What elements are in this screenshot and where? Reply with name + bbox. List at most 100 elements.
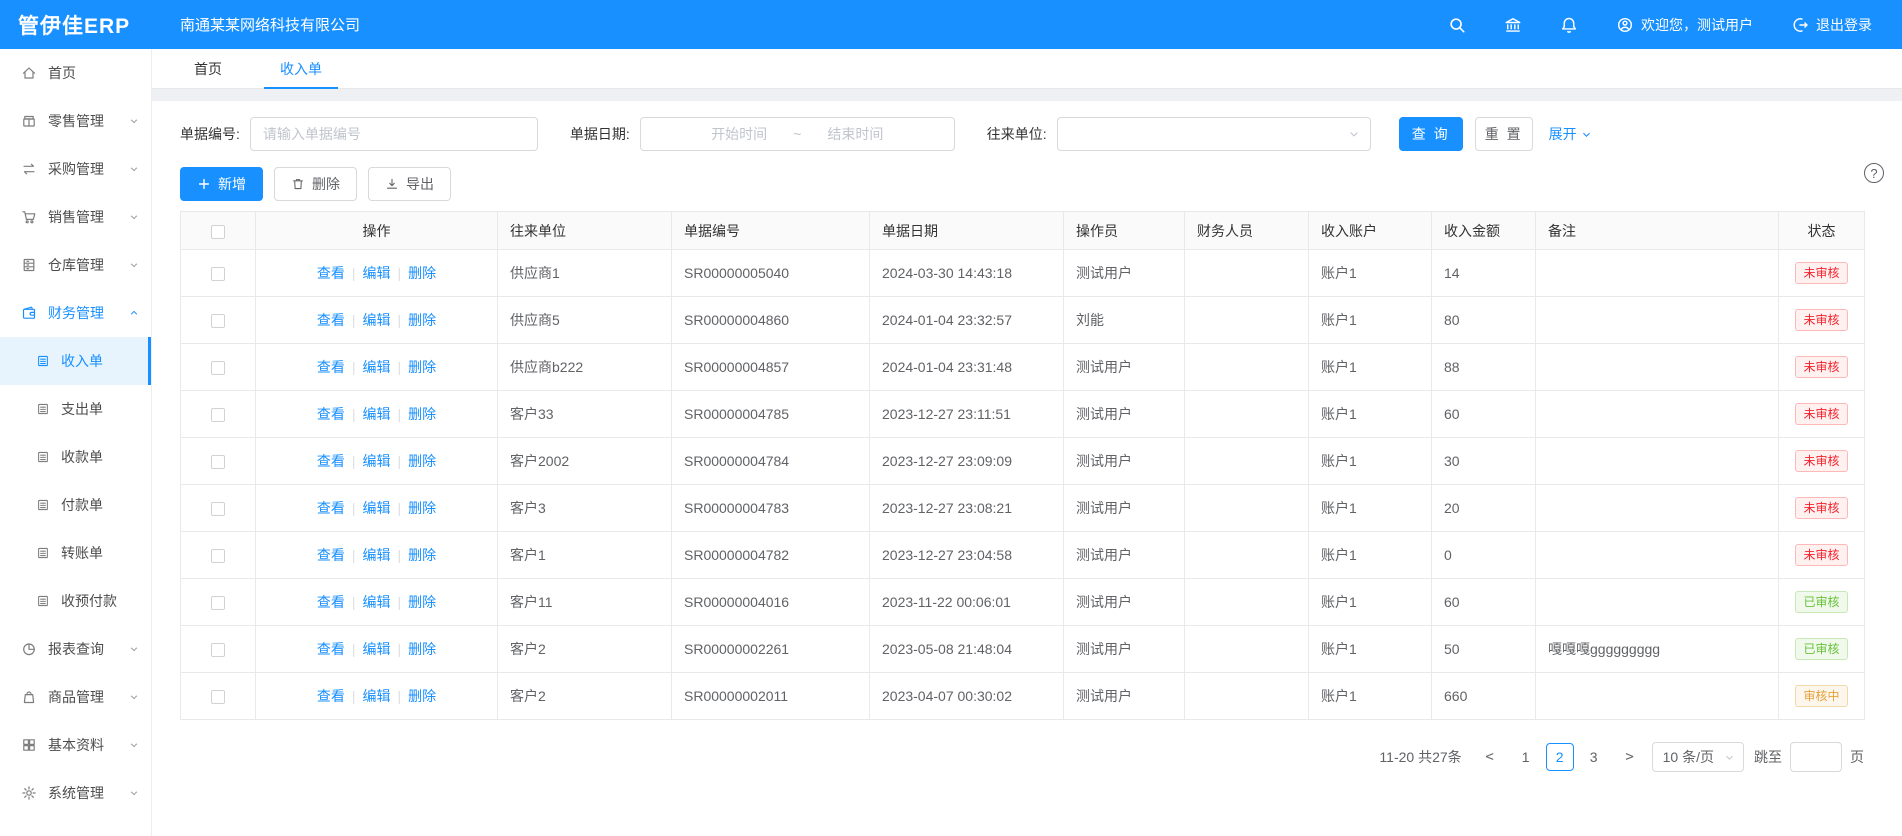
sidebar-item-home[interactable]: 首页 bbox=[0, 49, 151, 97]
row-checkbox[interactable] bbox=[211, 596, 225, 610]
actions-cell: 查看|编辑|删除 bbox=[256, 250, 498, 297]
row-action-edit[interactable]: 编辑 bbox=[363, 547, 391, 563]
row-action-edit[interactable]: 编辑 bbox=[363, 500, 391, 516]
date-end-placeholder: 结束时间 bbox=[827, 124, 883, 144]
sidebar-item-warehouse[interactable]: 仓库管理 bbox=[0, 241, 151, 289]
row-checkbox[interactable] bbox=[211, 502, 225, 516]
page-button-1[interactable]: 1 bbox=[1512, 743, 1540, 771]
row-action-edit[interactable]: 编辑 bbox=[363, 688, 391, 704]
row-action-delete[interactable]: 删除 bbox=[408, 594, 436, 610]
sidebar-item-doc-11[interactable]: 收预付款 bbox=[0, 577, 151, 625]
add-button[interactable]: 新增 bbox=[180, 167, 263, 201]
sidebar-item-purchase[interactable]: 采购管理 bbox=[0, 145, 151, 193]
row-action-view[interactable]: 查看 bbox=[317, 641, 345, 657]
row-checkbox[interactable] bbox=[211, 408, 225, 422]
row-action-edit[interactable]: 编辑 bbox=[363, 406, 391, 422]
status-badge: 审核中 bbox=[1795, 685, 1847, 707]
actions-cell: 查看|编辑|删除 bbox=[256, 297, 498, 344]
sidebar-item-doc-8[interactable]: 收款单 bbox=[0, 433, 151, 481]
sidebar-item-label: 仓库管理 bbox=[48, 255, 104, 275]
row-checkbox[interactable] bbox=[211, 455, 225, 469]
sidebar-item-doc-6[interactable]: 收入单 bbox=[0, 337, 151, 385]
sidebar-item-goods[interactable]: 商品管理 bbox=[0, 673, 151, 721]
row-checkbox[interactable] bbox=[211, 643, 225, 657]
bank-icon[interactable] bbox=[1504, 16, 1522, 34]
row-action-edit[interactable]: 编辑 bbox=[363, 641, 391, 657]
row-action-view[interactable]: 查看 bbox=[317, 453, 345, 469]
reset-button[interactable]: 重 置 bbox=[1475, 117, 1533, 151]
row-checkbox[interactable] bbox=[211, 549, 225, 563]
tab-income-doc[interactable]: 收入单 bbox=[280, 49, 322, 88]
delete-button[interactable]: 删除 bbox=[274, 167, 357, 201]
sidebar-item-basic[interactable]: 基本资料 bbox=[0, 721, 151, 769]
row-action-delete[interactable]: 删除 bbox=[408, 265, 436, 281]
partner-select[interactable] bbox=[1057, 117, 1371, 151]
jump-page-input[interactable] bbox=[1790, 742, 1842, 772]
row-action-delete[interactable]: 删除 bbox=[408, 688, 436, 704]
row-action-view[interactable]: 查看 bbox=[317, 594, 345, 610]
row-action-view[interactable]: 查看 bbox=[317, 500, 345, 516]
row-action-view[interactable]: 查看 bbox=[317, 688, 345, 704]
next-page-button[interactable]: > bbox=[1618, 749, 1642, 765]
sidebar-item-doc-7[interactable]: 支出单 bbox=[0, 385, 151, 433]
delete-label: 删除 bbox=[312, 174, 340, 194]
row-checkbox[interactable] bbox=[211, 690, 225, 704]
page-size-select[interactable]: 10 条/页 bbox=[1652, 742, 1744, 772]
status-badge: 未审核 bbox=[1795, 356, 1847, 378]
prev-page-button[interactable]: < bbox=[1478, 749, 1502, 765]
row-action-view[interactable]: 查看 bbox=[317, 406, 345, 422]
sidebar-item-doc-9[interactable]: 付款单 bbox=[0, 481, 151, 529]
row-action-delete[interactable]: 删除 bbox=[408, 312, 436, 328]
search-button[interactable]: 查 询 bbox=[1399, 117, 1463, 151]
page-button-2[interactable]: 2 bbox=[1546, 743, 1574, 771]
doc-no-cell: SR00000004860 bbox=[672, 297, 870, 344]
row-action-edit[interactable]: 编辑 bbox=[363, 265, 391, 281]
help-icon[interactable]: ? bbox=[1864, 163, 1884, 183]
sidebar-item-doc-10[interactable]: 转账单 bbox=[0, 529, 151, 577]
bell-icon[interactable] bbox=[1560, 16, 1578, 34]
sidebar-item-report[interactable]: 报表查询 bbox=[0, 625, 151, 673]
tab-home[interactable]: 首页 bbox=[194, 49, 222, 88]
row-action-delete[interactable]: 删除 bbox=[408, 406, 436, 422]
sidebar-item-system[interactable]: 系统管理 bbox=[0, 769, 151, 817]
sidebar-item-finance[interactable]: 财务管理 bbox=[0, 289, 151, 337]
row-action-edit[interactable]: 编辑 bbox=[363, 312, 391, 328]
welcome-text: 欢迎您，测试用户 bbox=[1641, 15, 1753, 35]
logout-button[interactable]: 退出登录 bbox=[1791, 15, 1872, 35]
page-button-3[interactable]: 3 bbox=[1580, 743, 1608, 771]
warehouse-icon bbox=[21, 257, 37, 273]
row-action-view[interactable]: 查看 bbox=[317, 312, 345, 328]
row-action-edit[interactable]: 编辑 bbox=[363, 359, 391, 375]
row-action-delete[interactable]: 删除 bbox=[408, 641, 436, 657]
row-action-edit[interactable]: 编辑 bbox=[363, 453, 391, 469]
row-action-delete[interactable]: 删除 bbox=[408, 359, 436, 375]
row-checkbox[interactable] bbox=[211, 314, 225, 328]
row-action-delete[interactable]: 删除 bbox=[408, 453, 436, 469]
row-action-delete[interactable]: 删除 bbox=[408, 500, 436, 516]
chevron-down-icon bbox=[129, 788, 139, 798]
row-action-edit[interactable]: 编辑 bbox=[363, 594, 391, 610]
row-action-view[interactable]: 查看 bbox=[317, 265, 345, 281]
expand-link[interactable]: 展开 bbox=[1549, 124, 1592, 144]
account-cell: 账户1 bbox=[1309, 391, 1432, 438]
sidebar-item-sales[interactable]: 销售管理 bbox=[0, 193, 151, 241]
export-button[interactable]: 导出 bbox=[368, 167, 451, 201]
search-icon[interactable] bbox=[1448, 16, 1466, 34]
table-row: 查看|编辑|删除客户1SR000000047822023-12-27 23:04… bbox=[181, 532, 1865, 579]
row-action-delete[interactable]: 删除 bbox=[408, 547, 436, 563]
date-range-picker[interactable]: 开始时间 ~ 结束时间 bbox=[640, 117, 955, 151]
sidebar-item-label: 转账单 bbox=[61, 543, 103, 563]
row-checkbox[interactable] bbox=[211, 361, 225, 375]
row-action-view[interactable]: 查看 bbox=[317, 547, 345, 563]
table-row: 查看|编辑|删除客户2002SR000000047842023-12-27 23… bbox=[181, 438, 1865, 485]
sidebar-item-retail[interactable]: 零售管理 bbox=[0, 97, 151, 145]
sidebar-item-label: 商品管理 bbox=[48, 687, 104, 707]
select-all-checkbox[interactable] bbox=[211, 225, 225, 239]
sidebar-item-label: 销售管理 bbox=[48, 207, 104, 227]
row-action-view[interactable]: 查看 bbox=[317, 359, 345, 375]
partner-cell: 客户33 bbox=[498, 391, 672, 438]
operator-cell: 测试用户 bbox=[1064, 673, 1185, 720]
row-checkbox[interactable] bbox=[211, 267, 225, 281]
doc-no-input[interactable] bbox=[250, 117, 538, 151]
welcome-user[interactable]: 欢迎您，测试用户 bbox=[1616, 15, 1753, 35]
